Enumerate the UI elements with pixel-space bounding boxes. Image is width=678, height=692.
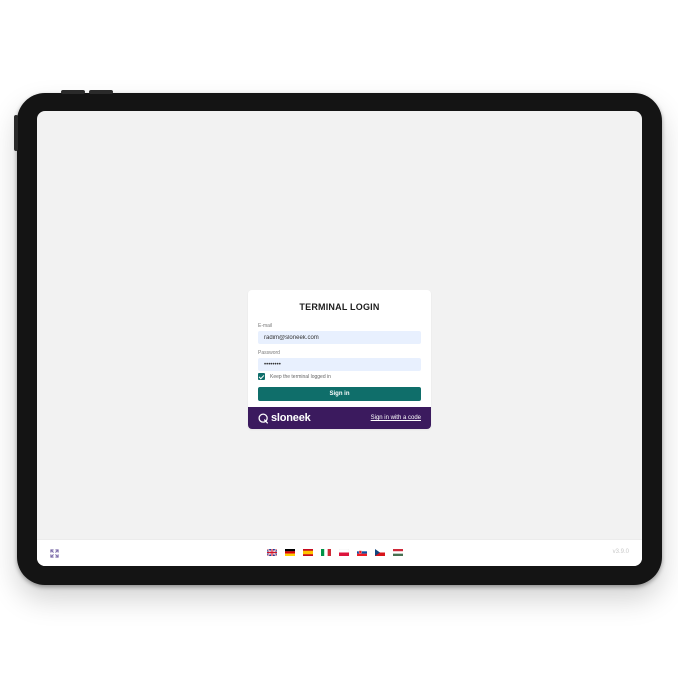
login-title: TERMINAL LOGIN xyxy=(299,302,380,312)
sloneek-logo: sloneek xyxy=(258,412,311,424)
sign-in-button[interactable]: Sign in xyxy=(258,387,421,401)
device-top-button xyxy=(61,90,85,94)
polish-flag-icon[interactable] xyxy=(339,549,349,556)
password-label: Password xyxy=(258,350,280,356)
app-version: v3.9.0 xyxy=(612,549,629,555)
slovak-flag-icon[interactable] xyxy=(357,549,367,556)
device-top-button xyxy=(89,90,113,94)
tablet-device-frame: TERMINAL LOGIN E-mail Password Keep the … xyxy=(14,90,662,585)
language-selector xyxy=(267,549,403,556)
uk-flag-icon[interactable] xyxy=(267,549,277,556)
keep-logged-in-row: Keep the terminal logged in xyxy=(258,373,331,380)
spanish-flag-icon[interactable] xyxy=(303,549,313,556)
czech-flag-icon[interactable] xyxy=(375,549,385,556)
email-label: E-mail xyxy=(258,323,273,329)
login-card-footer: sloneek Sign in with a code xyxy=(248,407,431,429)
tablet-screen: TERMINAL LOGIN E-mail Password Keep the … xyxy=(37,111,642,566)
italian-flag-icon[interactable] xyxy=(321,549,331,556)
keep-logged-in-checkbox[interactable] xyxy=(258,373,265,380)
brand-name: sloneek xyxy=(271,412,311,424)
fullscreen-icon[interactable] xyxy=(50,549,59,558)
sloneek-logo-icon xyxy=(258,412,268,424)
device-side-button xyxy=(14,115,18,151)
bottom-bar: v3.9.0 xyxy=(37,539,642,566)
email-field[interactable] xyxy=(258,331,421,344)
hungarian-flag-icon[interactable] xyxy=(393,549,403,556)
german-flag-icon[interactable] xyxy=(285,549,295,556)
password-field[interactable] xyxy=(258,358,421,371)
login-card: TERMINAL LOGIN E-mail Password Keep the … xyxy=(248,290,431,429)
sign-in-with-code-link[interactable]: Sign in with a code xyxy=(371,415,421,421)
keep-logged-in-label: Keep the terminal logged in xyxy=(270,373,331,380)
